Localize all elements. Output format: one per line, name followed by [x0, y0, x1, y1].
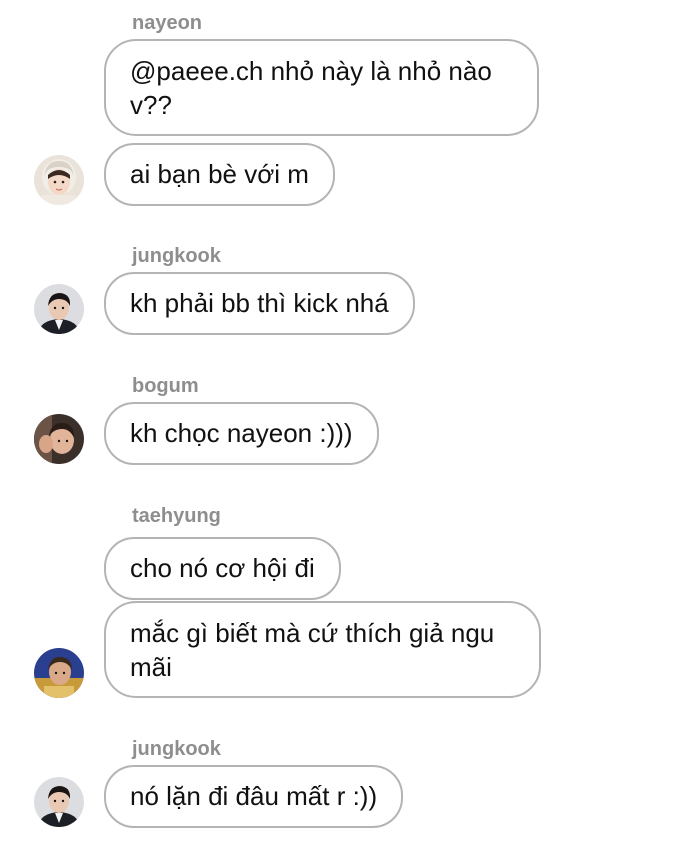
message-bubble[interactable]: ai bạn bè với m	[104, 143, 335, 206]
message-bubble[interactable]: cho nó cơ hội đi	[104, 537, 341, 600]
message-bubble[interactable]: @paeee.ch nhỏ này là nhỏ nào v??	[104, 39, 539, 136]
sender-name: jungkook	[132, 738, 221, 760]
bogum-avatar[interactable]	[34, 414, 84, 464]
taehyung-avatar[interactable]	[34, 648, 84, 698]
message-bubble[interactable]: kh phải bb thì kick nhá	[104, 272, 415, 335]
message-bubble[interactable]: mắc gì biết mà cứ thích giả ngu mãi	[104, 601, 541, 698]
nayeon-avatar[interactable]	[34, 155, 84, 205]
jungkook-avatar[interactable]	[34, 284, 84, 334]
sender-name: taehyung	[132, 505, 221, 527]
sender-name: jungkook	[132, 245, 221, 267]
sender-name: nayeon	[132, 12, 203, 34]
message-bubble[interactable]: kh chọc nayeon :)))	[104, 402, 379, 465]
message-bubble[interactable]: nó lặn đi đâu mất r :))	[104, 765, 404, 828]
sender-name: bogum	[132, 375, 199, 397]
jungkook-avatar[interactable]	[34, 777, 84, 827]
